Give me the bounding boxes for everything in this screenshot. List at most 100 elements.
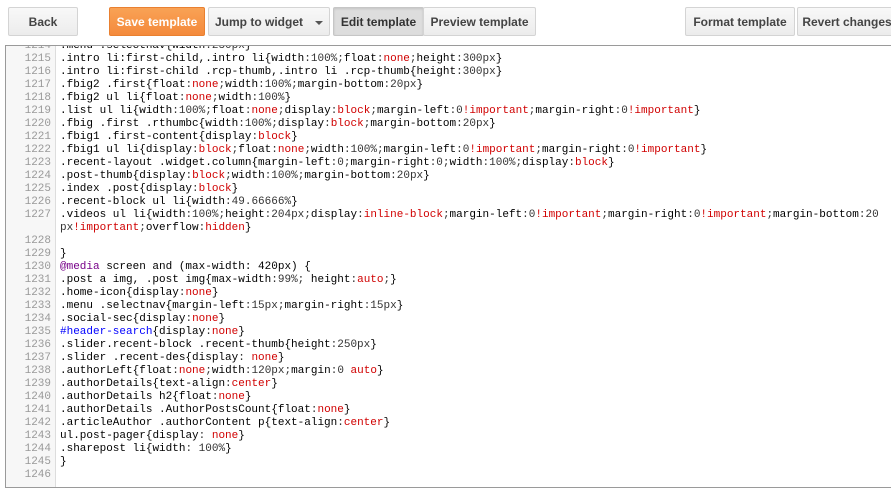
code-token: height — [416, 66, 457, 78]
code-token: } — [291, 196, 298, 208]
code-line[interactable]: 1224 .post-thumb{display:block;width:100%… — [6, 170, 891, 183]
code-text: .fbig1 ul li{display:block;float:none;wi… — [60, 144, 880, 157]
jump-to-widget-dropdown[interactable]: Jump to widget — [208, 7, 330, 36]
code-line[interactable]: 1244 .sharepost li{width: 100%} — [6, 443, 891, 456]
code-token: ; — [304, 144, 311, 156]
code-text: .authorDetails .AuthorPostsCount{float:n… — [60, 404, 880, 417]
code-token: width — [192, 196, 226, 208]
code-token: width — [152, 209, 186, 221]
code-token: float — [277, 404, 311, 416]
code-token: :0; — [330, 157, 351, 169]
code-line[interactable]: 1240 .authorDetails h2{float:none} — [6, 391, 891, 404]
code-token: } — [396, 300, 404, 312]
line-number: 1229 — [24, 248, 51, 260]
code-token: display — [310, 209, 358, 221]
code-line[interactable]: 1218 .fbig2 ul li{float:none;width:100%} — [6, 92, 891, 105]
code-token: } — [60, 248, 67, 260]
code-token: @media — [60, 261, 100, 273]
code-token: !important — [700, 209, 767, 221]
code-token: } — [211, 287, 219, 299]
revert-changes-button[interactable]: Revert changes — [797, 7, 891, 36]
code-token: none — [185, 92, 212, 104]
code-token: margin-left — [449, 209, 523, 221]
code-token: .recent-block ul li — [60, 196, 186, 208]
save-template-button[interactable]: Save template — [109, 7, 205, 36]
code-token: float — [178, 391, 212, 403]
code-line[interactable]: 1221 .fbig1 .first-content{display:block} — [6, 131, 891, 144]
code-line[interactable]: 1233 .menu .selectnav{margin-left:15px;ma… — [6, 300, 891, 313]
code-token: margin-left — [383, 144, 457, 156]
code-token: height — [225, 209, 265, 221]
code-line[interactable]: 1239 .authorDetails{text-align:center} — [6, 378, 891, 391]
code-line[interactable]: 1219 .list ul li{width:100%;float:none;di… — [6, 105, 891, 118]
preview-template-tab[interactable]: Preview template — [423, 7, 536, 36]
code-token: } — [60, 456, 67, 468]
code-token: } — [244, 391, 252, 403]
code-line[interactable]: 1231 .post a img, .post img{max-width:99%… — [6, 274, 891, 287]
edit-template-tab[interactable]: Edit template — [333, 7, 424, 36]
code-token: display — [277, 118, 325, 130]
code-token: none — [317, 404, 344, 416]
code-line[interactable]: 1214 .menu .selectnav{width:250px} — [6, 46, 891, 53]
code-token: float — [238, 144, 272, 156]
code-line[interactable]: 1243 ul.post-pager{display: none} — [6, 430, 891, 443]
code-token: } — [370, 339, 377, 351]
code-token: ; — [442, 209, 450, 221]
code-token: block — [192, 170, 226, 182]
code-token: ; — [535, 144, 542, 156]
code-line[interactable]: 1223 .recent-layout .widget.column{margin… — [6, 157, 891, 170]
code-token: } — [495, 66, 503, 78]
line-number: 1246 — [24, 469, 51, 481]
code-token: } — [218, 313, 226, 325]
code-token: display — [139, 313, 186, 325]
code-line[interactable]: 1222 .fbig1 ul li{display:block;float:non… — [6, 144, 891, 157]
code-token: .recent-layout .widget.column — [60, 157, 252, 169]
code-token: : — [198, 430, 212, 442]
code-line[interactable]: 1245} — [6, 456, 891, 469]
code-token: } — [423, 170, 430, 182]
code-line[interactable]: 1226 .recent-block ul li{width:49.66666%} — [6, 196, 891, 209]
code-token: :0; — [429, 157, 450, 169]
code-text: .fbig1 .first-content{display:block} — [60, 131, 880, 144]
code-token: } — [238, 326, 245, 338]
code-line[interactable]: 1225 .index .post{display:block} — [6, 183, 891, 196]
code-line[interactable]: 1215 .intro li:first-child,.intro li{widt… — [6, 53, 891, 66]
code-line[interactable]: 1232 .home-icon{display:none} — [6, 287, 891, 300]
code-line[interactable]: 1216 .intro li:first-child .rcp-thumb,.in… — [6, 66, 891, 79]
code-line[interactable]: 1236 .slider.recent-block .recent-thumb{h… — [6, 339, 891, 352]
code-line[interactable]: 1217 .fbig2 .first{float:none;width:100%;… — [6, 79, 891, 92]
code-token: inline-block — [363, 209, 443, 221]
code-token: :100%; — [172, 105, 212, 117]
code-token: none — [211, 326, 239, 338]
back-button[interactable]: Back — [8, 7, 78, 36]
code-token: block — [337, 105, 371, 117]
code-line[interactable]: 1237 .slider .recent-des{display: none} — [6, 352, 891, 365]
line-number: 1226 — [24, 196, 51, 208]
code-text: .post-thumb{display:block;width:100%;mar… — [60, 170, 880, 183]
code-line[interactable]: 1229} — [6, 248, 891, 261]
code-token: height — [416, 53, 457, 65]
code-line[interactable]: 1235 #header-search{display:none} — [6, 326, 891, 339]
code-token: auto — [357, 274, 384, 286]
code-token: :0 — [522, 209, 536, 221]
code-line[interactable]: 1228 — [6, 235, 891, 248]
code-token: { — [126, 287, 133, 299]
code-line[interactable]: 1238 .authorLeft{float:none;width:120px;m… — [6, 365, 891, 378]
code-text: .social-sec{display:none} — [60, 313, 880, 326]
format-template-button[interactable]: Format template — [685, 7, 795, 36]
code-line[interactable]: 1246 — [6, 469, 891, 482]
code-line[interactable]: 1234 .social-sec{display:none} — [6, 313, 891, 326]
code-editor[interactable]: 1214 .menu .selectnav{width:250px} 1215 .in… — [5, 45, 891, 488]
code-text: .fbig .first .rthumbc{width:100%;display… — [60, 118, 880, 131]
code-line[interactable]: 1230 @media screen and (max-width: 420px)… — [6, 261, 891, 274]
code-line[interactable]: 1241 .authorDetails .AuthorPostsCount{flo… — [6, 404, 891, 417]
code-text: .recent-layout .widget.column{margin-lef… — [60, 157, 880, 170]
code-token: :0 — [687, 209, 701, 221]
code-token: .fbig2 ul li — [60, 92, 140, 104]
code-line[interactable]: 1220 .fbig .first .rthumbc{width:100%;dis… — [6, 118, 891, 131]
code-token: display — [522, 157, 569, 169]
code-token: } — [271, 378, 278, 390]
code-token: width — [205, 118, 239, 130]
code-line[interactable]: 1227 .videos ul li{width:100%;height:204p… — [6, 209, 891, 235]
code-line[interactable]: 1242 .articleAuthor .authorContent p{text… — [6, 417, 891, 430]
